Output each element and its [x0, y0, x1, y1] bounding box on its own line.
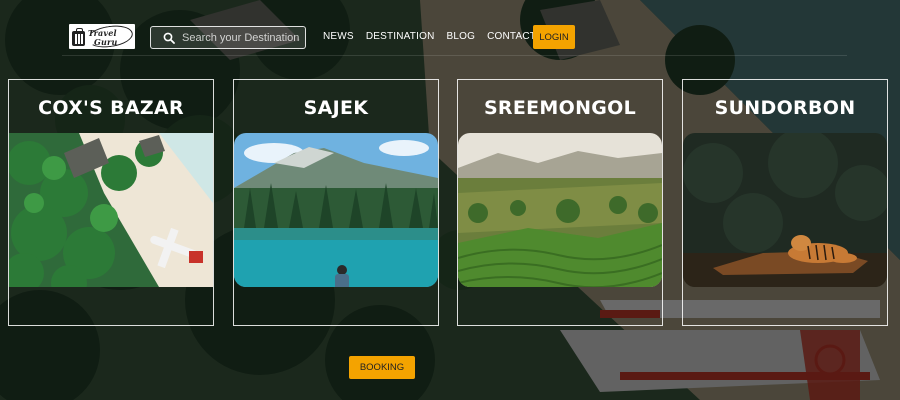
beach-photo — [9, 133, 213, 287]
travel-guru-logo[interactable]: Travel Guru — [69, 22, 135, 51]
destination-image-sundorbon[interactable] — [683, 133, 887, 287]
search-box[interactable] — [150, 26, 306, 49]
nav-contact[interactable]: CONTACT — [487, 30, 536, 44]
destination-card-sundorbon[interactable]: SUNDORBON — [682, 79, 888, 326]
destination-card-sreemongol[interactable]: SREEMONGOL — [457, 79, 663, 326]
site-header: Travel Guru NEWS DESTINATION BLOG CONTAC… — [62, 18, 847, 56]
destination-title: COX'S BAZAR — [38, 97, 184, 119]
search-icon[interactable] — [163, 32, 175, 44]
destination-image-coxs-bazar[interactable] — [9, 133, 213, 287]
search-input[interactable] — [182, 27, 304, 48]
destination-title: SUNDORBON — [714, 97, 856, 119]
booking-button[interactable]: BOOKING — [349, 356, 415, 379]
destination-image-sreemongol[interactable] — [458, 133, 662, 287]
logo-text-line2: Guru — [94, 37, 118, 47]
mountain-lake-photo — [234, 133, 438, 287]
nav-news[interactable]: NEWS — [323, 30, 354, 44]
tea-garden-photo — [458, 133, 662, 287]
main-nav: NEWS DESTINATION BLOG CONTACT — [323, 30, 548, 44]
destination-title: SREEMONGOL — [483, 97, 637, 119]
destination-image-sajek[interactable] — [234, 133, 438, 287]
tiger-photo — [683, 133, 887, 287]
nav-destination[interactable]: DESTINATION — [366, 30, 435, 44]
destination-title: SAJEK — [303, 97, 369, 119]
destination-card-coxs-bazar[interactable]: COX'S BAZAR — [8, 79, 214, 326]
login-button[interactable]: LOGIN — [533, 25, 575, 49]
destination-card-sajek[interactable]: SAJEK — [233, 79, 439, 326]
nav-blog[interactable]: BLOG — [447, 30, 476, 44]
suitcase-icon — [72, 28, 85, 46]
